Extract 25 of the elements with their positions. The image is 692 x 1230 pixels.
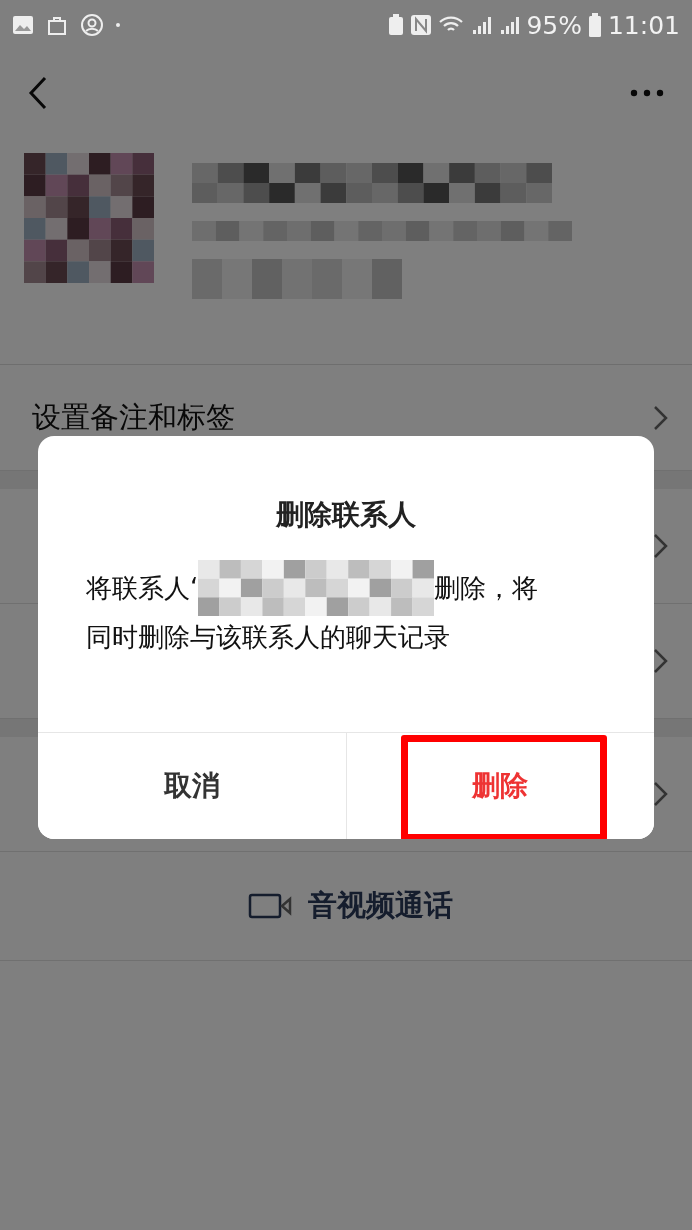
call-button[interactable]: 音视频通话 <box>247 886 453 926</box>
more-icon[interactable] <box>630 88 664 97</box>
clock: 11:01 <box>607 10 680 40</box>
account-icon <box>80 13 104 37</box>
signal-icon <box>498 14 521 36</box>
nfc-icon <box>410 14 433 36</box>
image-icon <box>12 15 34 35</box>
bag-icon <box>46 14 68 36</box>
chevron-icon <box>653 404 668 431</box>
back-icon[interactable] <box>28 75 48 110</box>
battery-saver-icon <box>388 14 405 36</box>
message-text: 删除，将 <box>434 572 539 605</box>
cancel-button[interactable]: 取消 <box>38 733 347 839</box>
message-text: 将联系人‘ <box>86 572 199 605</box>
dot-icon <box>116 23 120 27</box>
row-label[interactable]: 设置备注和标签 <box>32 397 235 438</box>
chevron-icon <box>653 648 668 674</box>
dialog-title: 删除联系人 <box>274 497 417 533</box>
battery-icon <box>587 13 602 37</box>
signal-icon <box>470 14 493 36</box>
chevron-icon <box>653 781 668 807</box>
chevron-icon <box>653 533 668 559</box>
video-camera-icon <box>247 893 292 919</box>
message-text: 同时删除与该联系人的聊天记录 <box>86 621 451 654</box>
battery-percent: 95% <box>526 10 582 40</box>
